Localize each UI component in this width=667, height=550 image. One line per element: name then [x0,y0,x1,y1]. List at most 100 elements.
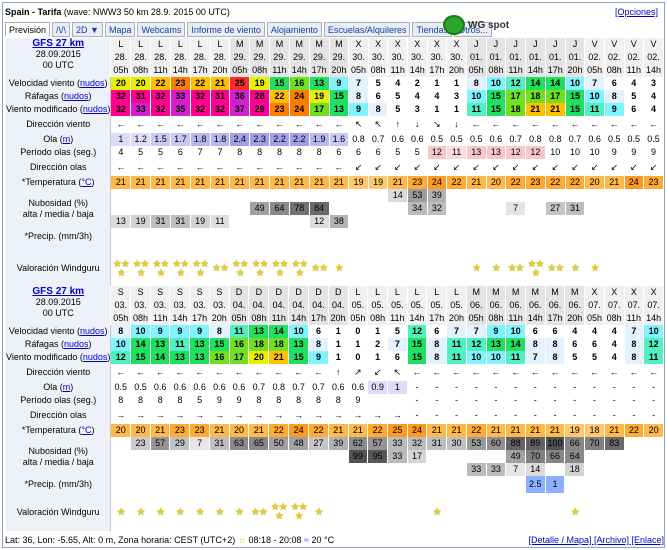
wave-period-cell: - [446,394,467,407]
wave-period-cell: 10 [565,146,586,159]
temperature-cell: 22 [466,424,487,437]
tab-0[interactable]: Previsión [5,22,51,37]
hour-cell: 08h [249,64,271,77]
modified-wind-cell: 12 [110,351,132,364]
precipitation-cell [387,228,408,245]
wave-direction-cell: → [150,407,171,424]
hour-cell: 17h [189,312,210,325]
cloud-mid-cell [486,450,507,463]
gusts-row: Ráfagas (nudos) 10 14 13 11 13 15 16 18 18 13 8 1 1 2 7… [6,338,664,351]
model-link[interactable]: GFS 27 km [6,286,110,297]
precipitation-cell [190,228,211,245]
hour-cell: 20h [565,64,586,77]
wind-speed-cell: 9 [169,325,191,338]
precipitation-cell [466,476,487,493]
gusts-cell: 8 [545,338,566,351]
cloud-low-cell [249,215,271,228]
tab-2[interactable]: 2D ▼ [72,22,103,37]
cloud-high-cell: 66 [564,437,586,450]
wave-height-cell: 0.8 [268,381,290,394]
modified-wind-cell: 4 [604,351,625,364]
gusts-unit-link[interactable]: nudos [64,339,89,349]
modified-wind-row: Viento modificado (nudos) 32 33 32 35 32 32 37 2… [6,103,664,116]
date-cell: 04. [268,299,290,312]
wave-period-cell: 6 [368,146,389,159]
wave-height-label: Ola (m) [6,381,112,394]
wave-direction-cell: ← [289,159,310,176]
wave-period-cell: 12 [427,146,448,159]
tab-4[interactable]: Webcams [137,22,186,37]
windguru-rating-cell: ★★ ★ [229,245,251,292]
wave-direction-cell: ↙ [407,159,428,176]
day-cell: M [486,286,507,299]
footer-links[interactable]: [Detalle / Mapa] [Archivo] [Enlace] [528,534,664,547]
day-cell: V [604,38,625,51]
tab-3[interactable]: Mapa [104,22,136,37]
tab-5[interactable]: Informe de viento [187,22,265,37]
temperature-cell: 20 [110,424,132,437]
wave-period-row: Período olas (seg.) 4 5 5 6 7 7 8 8 8 8 8 6 6 6 5 5 12 11 1… [6,146,664,159]
wave-period-cell: - [505,394,526,407]
date-cell: 04. [248,299,270,312]
wave-direction-cell: - [604,407,625,424]
wave-height-cell: - [624,381,645,394]
modified-wind-cell: 8 [624,351,645,364]
wave-period-cell: 8 [150,394,171,407]
cloud-low-cell: 33 [486,463,507,476]
tab-7[interactable]: Escuelas/Alquileres [323,22,411,37]
wgspot-logo[interactable]: WG spot [443,14,539,36]
wave-height-cell: 0.8 [525,133,546,146]
wind-direction-cell: ← [505,364,526,381]
modified-wind-cell: 9 [604,103,625,116]
modified-wind-cell: 11 [505,351,526,364]
tab-1[interactable]: /\/\ [52,22,71,37]
wave-direction-cell: ← [210,159,231,176]
gusts-cell: 5 [387,90,408,103]
day-cell: S [169,286,191,299]
day-cell: M [249,38,271,51]
modified-wind-unit-link[interactable]: nudos [83,104,108,114]
wind-speed-unit-link[interactable]: nudos [80,78,105,88]
model-run: 00 UTC [42,60,74,70]
cloud-low-cell [407,463,428,476]
gusts-cell: 14 [505,338,526,351]
date-cell: 03. [189,299,210,312]
date-cell: 30. [446,51,467,64]
wind-speed-unit-link[interactable]: nudos [80,326,105,336]
gusts-label: Ráfagas (nudos) [6,338,112,351]
modified-wind-cell: 32 [210,103,231,116]
options-link[interactable]: [Opciones] [615,4,658,20]
tab-6[interactable]: Alojamiento [266,22,322,37]
cloud-low-cell [525,215,546,228]
temperature-unit-link[interactable]: °C [81,425,91,435]
modified-wind-unit-link[interactable]: nudos [83,352,108,362]
cloud-mid-cell [130,450,151,463]
gusts-cell: 17 [545,90,566,103]
temperature-unit-link[interactable]: °C [81,177,91,187]
precipitation-cell [426,476,448,493]
windguru-rating-cell: ★ [565,245,586,292]
cloud-mid-cell [229,202,251,215]
hour-cell: 17h [190,64,211,77]
windguru-rating-cell [446,245,467,292]
cloud-high-cell: 48 [288,437,310,450]
wind-direction-cell: ← [525,116,546,133]
windguru-rating-cell: ★ [150,493,171,531]
wind-direction-cell: ← [150,364,171,381]
hour-cell: 05h [110,64,132,77]
windguru-rating-cell [584,493,605,531]
gusts-unit-link[interactable]: nudos [64,91,89,101]
wind-direction-cell: ← [209,364,230,381]
wave-height-cell: 0.7 [248,381,270,394]
hour-cell: 05h [110,312,132,325]
day-cell: X [368,38,389,51]
cloud-low-cell [486,215,507,228]
hour-cell: 14h [525,64,546,77]
modified-wind-cell: 33 [130,103,152,116]
model-link[interactable]: GFS 27 km [6,38,110,49]
wave-direction-cell: ← [190,159,211,176]
gusts-cell: 1 [348,338,369,351]
gusts-cell: 13 [150,338,171,351]
wave-height-cell: 0.6 [584,133,605,146]
hour-cell: 08h [486,312,507,325]
